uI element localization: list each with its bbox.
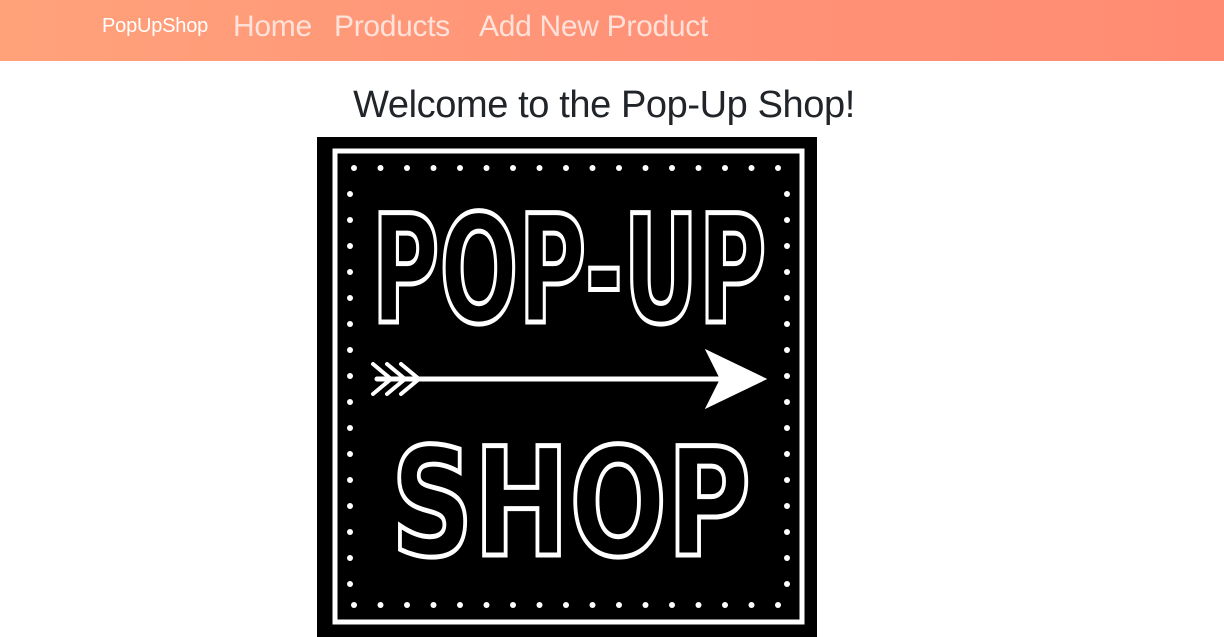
- nav-link-add-new-product[interactable]: Add New Product: [479, 8, 708, 46]
- logo-line-2: SHOP: [391, 417, 751, 591]
- logo-line-1: POP-UP: [372, 184, 767, 358]
- brand-link[interactable]: PopUpShop: [102, 14, 208, 38]
- top-navbar: PopUpShop Home Products Add New Product: [0, 0, 1224, 61]
- arrow-right-icon: [371, 348, 768, 410]
- pop-up-shop-logo-image: POP-UP SHOP: [317, 137, 817, 637]
- nav-link-products[interactable]: Products: [334, 8, 450, 46]
- page-title: Welcome to the Pop-Up Shop!: [353, 84, 855, 126]
- nav-link-home[interactable]: Home: [233, 8, 312, 46]
